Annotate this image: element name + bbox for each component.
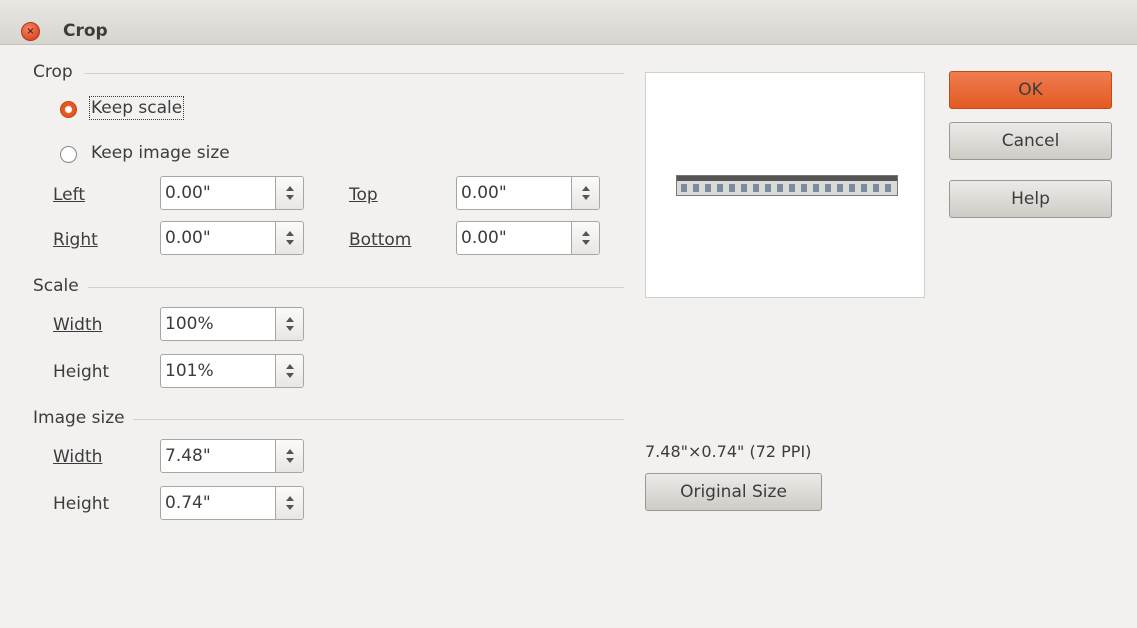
scale-width-input[interactable] (161, 308, 275, 340)
help-label: Help (1011, 189, 1050, 209)
image-dimensions-text: 7.48"×0.74" (72 PPI) (645, 442, 812, 461)
scale-height-stepper[interactable] (275, 355, 303, 387)
image-size-section-title: Image size (33, 408, 125, 428)
help-button[interactable]: Help (949, 180, 1112, 218)
right-label: Right (53, 230, 98, 250)
close-icon[interactable]: × (21, 22, 40, 41)
left-label: Left (53, 185, 85, 205)
image-width-input[interactable] (161, 440, 275, 472)
right-input[interactable] (161, 222, 275, 254)
keep-image-size-label[interactable]: Keep image size (91, 143, 230, 163)
top-label: Top (349, 185, 378, 205)
original-size-button[interactable]: Original Size (645, 473, 822, 511)
scale-width-label: Width (53, 315, 103, 335)
crop-separator (84, 73, 624, 74)
image-preview (645, 72, 925, 298)
image-height-label: Height (53, 494, 110, 514)
image-height-input[interactable] (161, 487, 275, 519)
scale-separator (88, 287, 624, 288)
original-size-label: Original Size (680, 482, 787, 502)
image-height-spinbox[interactable] (160, 486, 304, 520)
bottom-stepper[interactable] (571, 222, 599, 254)
top-input[interactable] (457, 177, 571, 209)
bottom-input[interactable] (457, 222, 571, 254)
ok-button[interactable]: OK (949, 71, 1112, 109)
ok-label: OK (1018, 80, 1043, 100)
top-spinbox[interactable] (456, 176, 600, 210)
image-width-spinbox[interactable] (160, 439, 304, 473)
keep-image-size-radio[interactable] (60, 146, 77, 163)
left-input[interactable] (161, 177, 275, 209)
scale-section-title: Scale (33, 276, 79, 296)
image-height-stepper[interactable] (275, 487, 303, 519)
cancel-button[interactable]: Cancel (949, 122, 1112, 160)
scale-height-spinbox[interactable] (160, 354, 304, 388)
top-stepper[interactable] (571, 177, 599, 209)
right-stepper[interactable] (275, 222, 303, 254)
image-width-stepper[interactable] (275, 440, 303, 472)
keep-scale-radio[interactable] (60, 101, 77, 118)
image-width-label: Width (53, 447, 103, 467)
keep-scale-label[interactable]: Keep scale (88, 96, 185, 120)
image-size-separator (133, 419, 624, 420)
cancel-label: Cancel (1001, 131, 1060, 151)
scale-width-spinbox[interactable] (160, 307, 304, 341)
crop-section-title: Crop (33, 62, 73, 82)
preview-thumbnail (676, 175, 898, 196)
left-spinbox[interactable] (160, 176, 304, 210)
bottom-label: Bottom (349, 230, 412, 250)
scale-height-input[interactable] (161, 355, 275, 387)
bottom-spinbox[interactable] (456, 221, 600, 255)
right-spinbox[interactable] (160, 221, 304, 255)
left-stepper[interactable] (275, 177, 303, 209)
scale-width-stepper[interactable] (275, 308, 303, 340)
window-title: Crop (63, 21, 108, 41)
title-bar: × Crop (0, 0, 1137, 45)
scale-height-label: Height (53, 362, 110, 382)
